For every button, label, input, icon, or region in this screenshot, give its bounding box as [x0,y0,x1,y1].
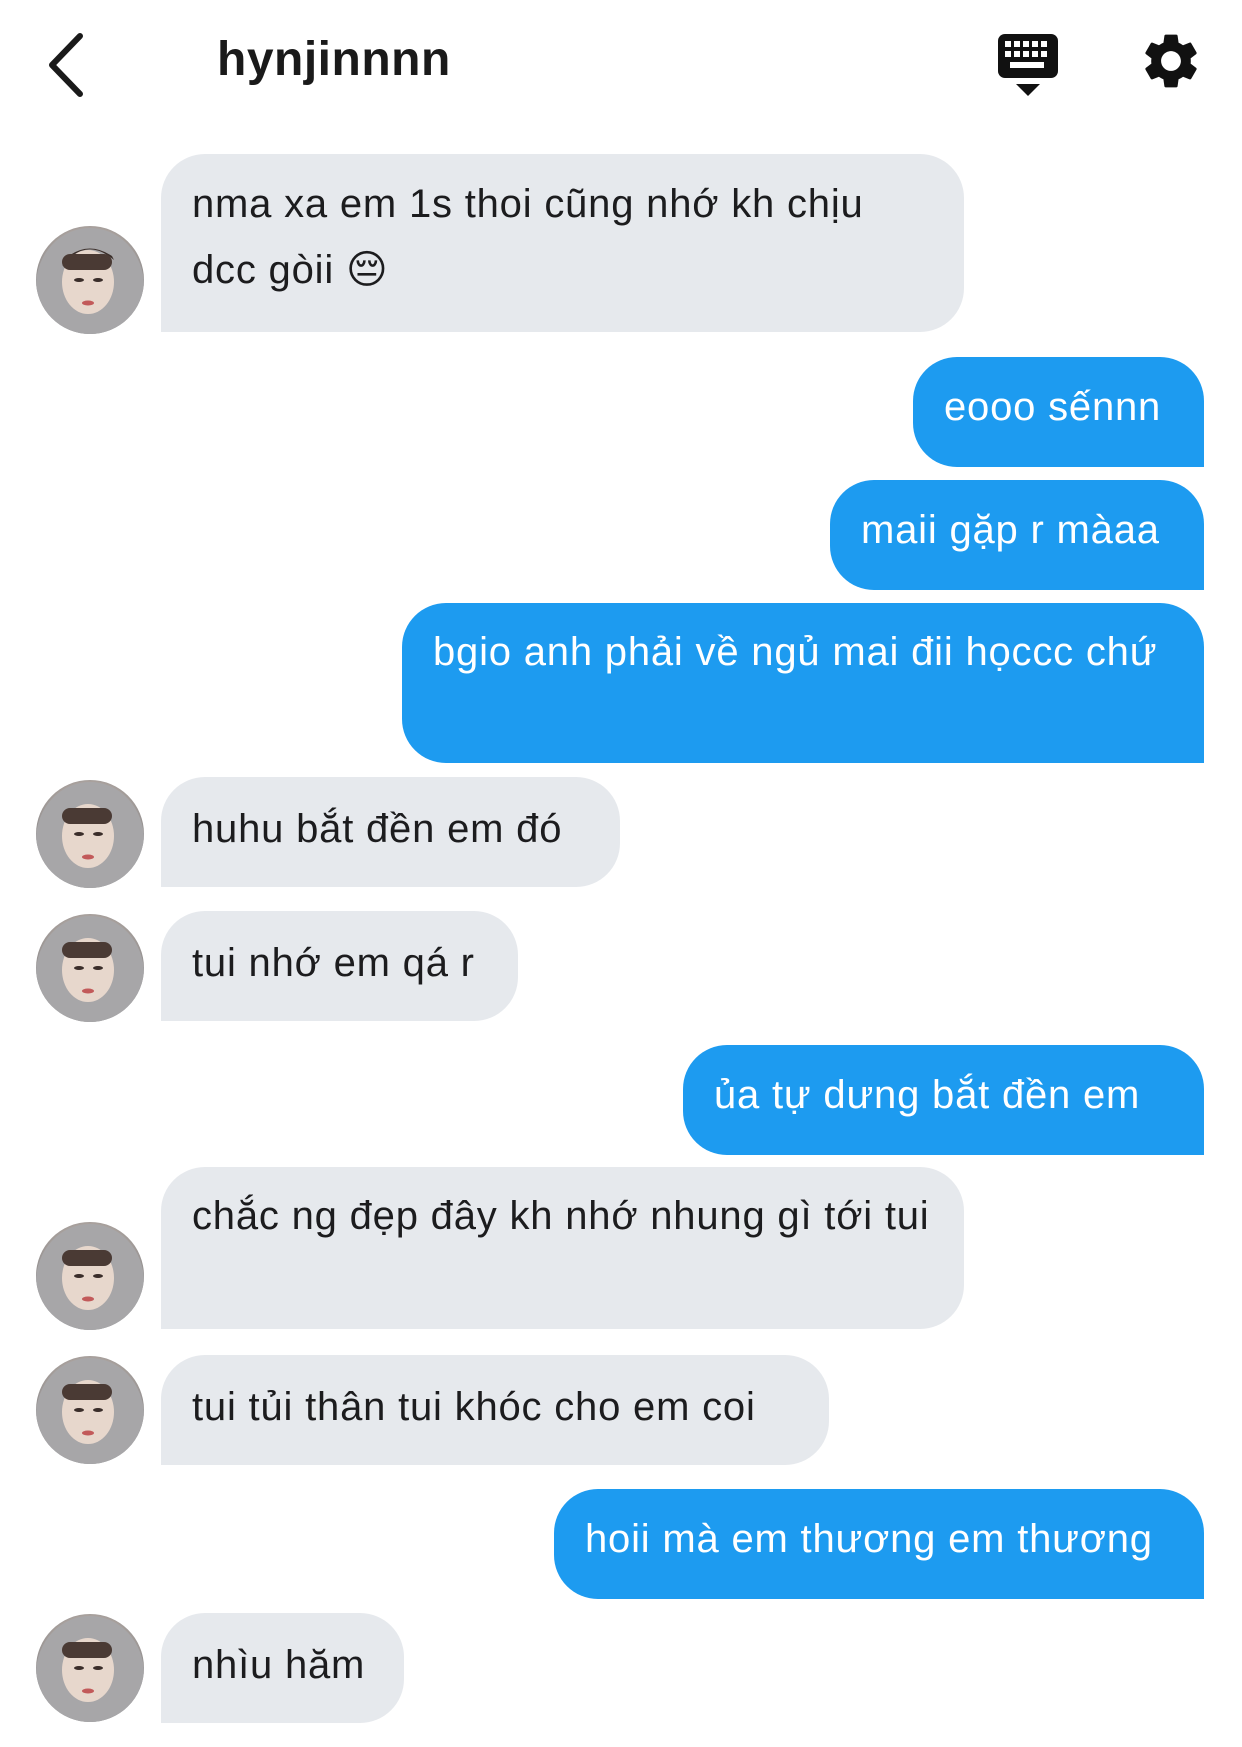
avatar-photo [36,782,144,888]
conversation-title[interactable]: hynjinnnn [217,32,451,87]
incoming-message-bubble[interactable]: huhu bắt đền em đó [161,777,620,887]
outgoing-message-bubble[interactable]: bgio anh phải về ngủ mai đii họccc chứ [402,603,1204,763]
avatar[interactable] [36,226,144,334]
avatar-photo [36,1358,144,1464]
back-button[interactable] [40,30,100,100]
avatar[interactable] [36,1356,144,1464]
outgoing-message-bubble[interactable]: ủa tự dưng bắt đền em [683,1045,1204,1155]
keyboard-toggle-button[interactable] [996,30,1060,100]
keyboard-icon [998,34,1058,96]
incoming-message-bubble[interactable]: tui tủi thân tui khóc cho em coi [161,1355,829,1465]
incoming-message-bubble[interactable]: nma xa em 1s thoi cũng nhớ kh chịu dcc g… [161,154,964,332]
chevron-left-icon [49,33,83,97]
gear-icon [1145,34,1197,88]
chat-header: hynjinnnn [0,0,1242,130]
incoming-message-bubble[interactable]: nhìu hăm [161,1613,404,1723]
outgoing-message-bubble[interactable]: maii gặp r màaa [830,480,1204,590]
outgoing-message-bubble[interactable]: eooo sếnnn [913,357,1204,467]
settings-button[interactable] [1138,28,1204,94]
avatar[interactable] [36,1614,144,1722]
avatar-photo [36,916,144,1022]
avatar[interactable] [36,914,144,1022]
avatar[interactable] [36,1222,144,1330]
avatar-photo [36,1616,144,1722]
avatar[interactable] [36,780,144,888]
outgoing-message-bubble[interactable]: hoii mà em thương em thương [554,1489,1204,1599]
avatar-photo [36,1224,144,1330]
incoming-message-bubble[interactable]: chắc ng đẹp đây kh nhớ nhung gì tới tui [161,1167,964,1329]
avatar-photo [36,228,144,334]
incoming-message-bubble[interactable]: tui nhớ em qá r [161,911,518,1021]
